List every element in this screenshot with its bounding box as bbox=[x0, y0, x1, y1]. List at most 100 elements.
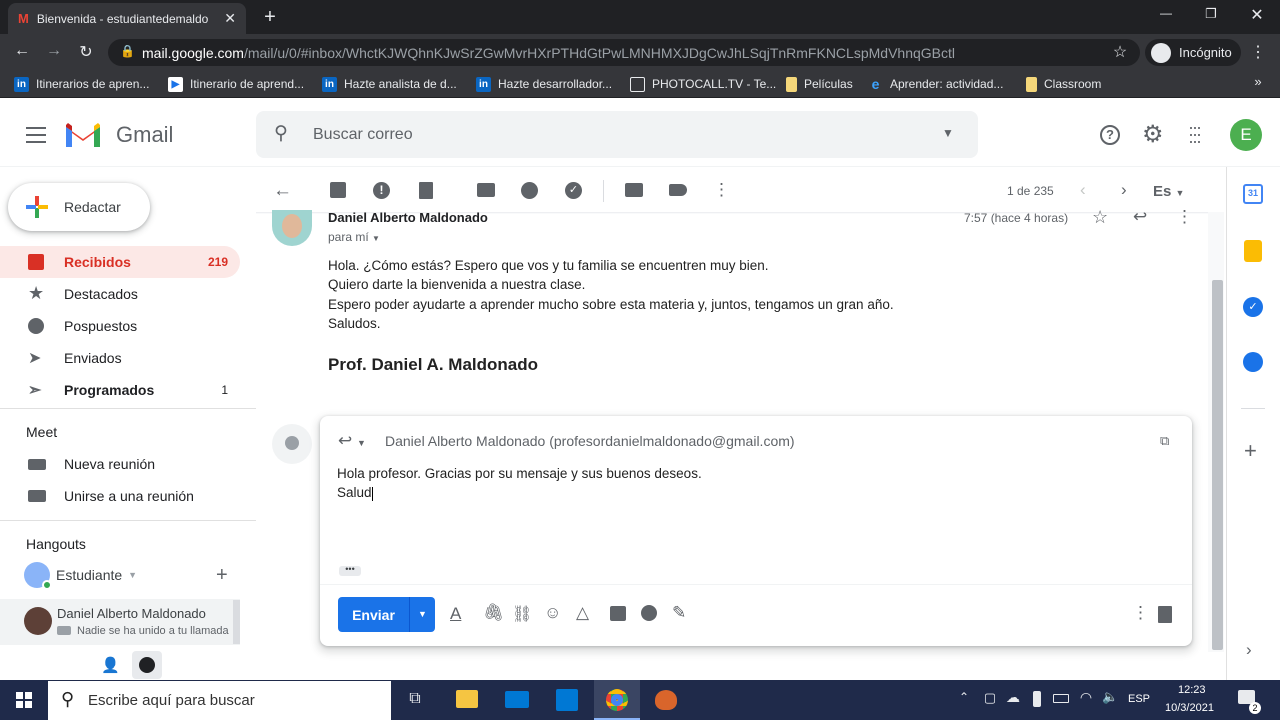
confidential-mode-icon[interactable] bbox=[641, 605, 657, 621]
sidebar-item-inbox[interactable]: Recibidos 219 bbox=[0, 246, 240, 278]
join-meeting-button[interactable]: Unirse a una reunión bbox=[0, 480, 240, 512]
mark-unread-icon[interactable] bbox=[477, 183, 495, 197]
file-explorer-icon[interactable] bbox=[456, 690, 478, 708]
sidebar-item-snoozed[interactable]: Pospuestos bbox=[0, 310, 240, 342]
game-app-icon[interactable] bbox=[655, 690, 677, 710]
volume-icon[interactable]: 🔈 bbox=[1102, 689, 1118, 705]
account-avatar[interactable]: E bbox=[1230, 119, 1262, 151]
restore-window-icon[interactable]: ❐ bbox=[1203, 6, 1219, 22]
bookmark-1[interactable]: ▶ Itinerario de aprend... bbox=[168, 74, 304, 94]
back-icon[interactable]: ← bbox=[12, 42, 32, 60]
pop-out-icon[interactable]: ⧉ bbox=[1160, 433, 1169, 449]
calendar-icon[interactable]: 31 bbox=[1243, 184, 1263, 204]
contacts-icon[interactable] bbox=[1243, 352, 1263, 372]
clock-date[interactable]: 10/3/2021 bbox=[1165, 702, 1214, 714]
insert-emoji-icon[interactable]: ☺ bbox=[544, 603, 561, 623]
hide-side-panel-chevron-icon[interactable]: › bbox=[1246, 640, 1252, 660]
battery-icon[interactable] bbox=[1053, 694, 1069, 703]
chrome-app-active[interactable] bbox=[594, 680, 640, 720]
windows-start-icon[interactable] bbox=[16, 692, 32, 708]
get-addons-plus-icon[interactable]: + bbox=[1244, 438, 1257, 464]
send-button[interactable]: Enviar ▼ bbox=[338, 597, 435, 632]
onedrive-cloud-icon[interactable]: ☁ bbox=[1004, 689, 1022, 706]
input-language[interactable]: ESP bbox=[1128, 693, 1150, 705]
reply-type-icon[interactable]: ↩ ▼ bbox=[338, 431, 366, 451]
reply-icon[interactable]: ↩ bbox=[1133, 207, 1147, 227]
discard-draft-icon[interactable] bbox=[1158, 606, 1172, 623]
message-scrollbar-thumb[interactable] bbox=[1212, 280, 1223, 650]
bookmark-7[interactable]: Classroom bbox=[1026, 74, 1101, 94]
compose-button[interactable]: Redactar bbox=[8, 183, 150, 231]
back-to-inbox-icon[interactable]: ← bbox=[273, 180, 292, 202]
more-actions-icon[interactable]: ⋮ bbox=[713, 180, 730, 200]
sidebar-item-starred[interactable]: ★ Destacados bbox=[0, 278, 240, 310]
reply-body[interactable]: Hola profesor. Gracias por su mensaje y … bbox=[337, 464, 1157, 503]
minimize-window-icon[interactable]: — bbox=[1158, 6, 1174, 20]
sidebar-item-sent[interactable]: ➤ Enviados bbox=[0, 342, 240, 374]
more-bookmarks-icon[interactable]: » bbox=[1252, 74, 1264, 89]
bookmark-2[interactable]: in Hazte analista de d... bbox=[322, 74, 457, 94]
send-options-icon[interactable]: ▼ bbox=[409, 597, 435, 632]
clock-time[interactable]: 12:23 bbox=[1178, 684, 1206, 696]
bookmark-5[interactable]: Películas bbox=[786, 74, 853, 94]
close-window-icon[interactable]: ✕ bbox=[1249, 5, 1265, 25]
report-spam-icon[interactable]: ! bbox=[373, 182, 390, 199]
formatting-options-icon[interactable]: A bbox=[450, 604, 461, 624]
reply-recipient[interactable]: Daniel Alberto Maldonado (profesordaniel… bbox=[385, 433, 795, 449]
help-icon[interactable]: ? bbox=[1100, 125, 1120, 145]
star-message-icon[interactable]: ☆ bbox=[1092, 207, 1108, 228]
bookmark-6[interactable]: e Aprender: actividad... bbox=[868, 74, 1004, 94]
sidebar-item-scheduled[interactable]: ➣ Programados 1 bbox=[0, 374, 240, 406]
mail-app-icon[interactable] bbox=[505, 691, 529, 708]
apps-grid-icon[interactable]: ··· ··· ··· bbox=[1188, 118, 1202, 150]
store-app-icon[interactable] bbox=[556, 689, 578, 711]
older-chevron-icon[interactable]: › bbox=[1121, 180, 1127, 200]
hangouts-contact[interactable]: Daniel Alberto Maldonado Nadie se ha uni… bbox=[0, 599, 240, 645]
browser-tab[interactable]: M Bienvenida - estudiantedemaldo ✕ bbox=[8, 3, 246, 34]
reply-compose[interactable]: ↩ ▼ Daniel Alberto Maldonado (profesorda… bbox=[320, 416, 1192, 646]
gmail-logo[interactable]: Gmail bbox=[64, 120, 184, 150]
recipient-line[interactable]: para mí ▼ bbox=[328, 230, 380, 244]
browser-menu-icon[interactable]: ⋮ bbox=[1250, 42, 1266, 62]
meet-now-icon[interactable]: ▢ bbox=[983, 690, 997, 706]
input-tools-button[interactable]: Es ▼ bbox=[1153, 183, 1184, 200]
hangouts-user[interactable]: Estudiante ▼ bbox=[24, 561, 224, 590]
archive-icon[interactable] bbox=[330, 182, 346, 198]
taskbar-search-input[interactable]: ⚲ Escribe aquí para buscar bbox=[48, 681, 391, 720]
insert-signature-icon[interactable]: ✎ bbox=[672, 603, 686, 623]
bookmark-0[interactable]: in Itinerarios de apren... bbox=[14, 74, 149, 94]
delete-icon[interactable] bbox=[419, 182, 433, 199]
insert-photo-icon[interactable] bbox=[610, 606, 626, 621]
forward-icon[interactable]: → bbox=[44, 42, 64, 60]
search-icon[interactable]: ⚲ bbox=[274, 122, 288, 145]
label-icon[interactable] bbox=[669, 184, 687, 196]
move-to-icon[interactable] bbox=[625, 183, 643, 197]
main-menu-icon[interactable] bbox=[26, 127, 46, 143]
insert-link-icon[interactable]: ⛓ bbox=[512, 604, 532, 624]
snooze-icon[interactable] bbox=[521, 182, 538, 199]
hangouts-tab-icon[interactable] bbox=[132, 651, 162, 679]
close-tab-icon[interactable]: ✕ bbox=[224, 10, 236, 27]
bookmark-3[interactable]: in Hazte desarrollador... bbox=[476, 74, 612, 94]
search-input[interactable]: ⚲ Buscar correo ▼ bbox=[256, 111, 978, 158]
new-tab-icon[interactable]: + bbox=[260, 6, 280, 29]
new-meeting-button[interactable]: Nueva reunión bbox=[0, 448, 240, 480]
attach-file-icon[interactable]: 🖇 bbox=[483, 603, 505, 623]
show-trimmed-content-icon[interactable]: ••• bbox=[339, 565, 361, 576]
contacts-tab-icon[interactable]: 👤 bbox=[101, 656, 120, 674]
address-bar[interactable]: 🔒 mail.google.com/mail/u/0/#inbox/WhctKJ… bbox=[108, 39, 1140, 66]
incognito-button[interactable]: Incógnito bbox=[1145, 39, 1241, 66]
settings-gear-icon[interactable]: ⚙ bbox=[1142, 120, 1164, 149]
tasks-icon[interactable]: ✓ bbox=[1243, 297, 1263, 317]
new-chat-plus-icon[interactable]: + bbox=[216, 564, 228, 587]
message-more-icon[interactable]: ⋮ bbox=[1176, 207, 1193, 227]
add-task-icon[interactable]: ✓ bbox=[565, 182, 582, 199]
insert-drive-icon[interactable]: △ bbox=[576, 603, 589, 623]
bookmark-4[interactable]: PHOTOCALL.TV - Te... bbox=[630, 74, 776, 94]
hangouts-scrollbar[interactable] bbox=[233, 600, 240, 644]
show-hidden-icons-chevron-icon[interactable]: ⌃ bbox=[957, 690, 971, 704]
reload-icon[interactable]: ↻ bbox=[76, 42, 96, 62]
search-options-icon[interactable]: ▼ bbox=[942, 126, 954, 140]
newer-chevron-icon[interactable]: ‹ bbox=[1080, 180, 1086, 200]
wifi-icon[interactable]: ◠ bbox=[1079, 689, 1093, 706]
